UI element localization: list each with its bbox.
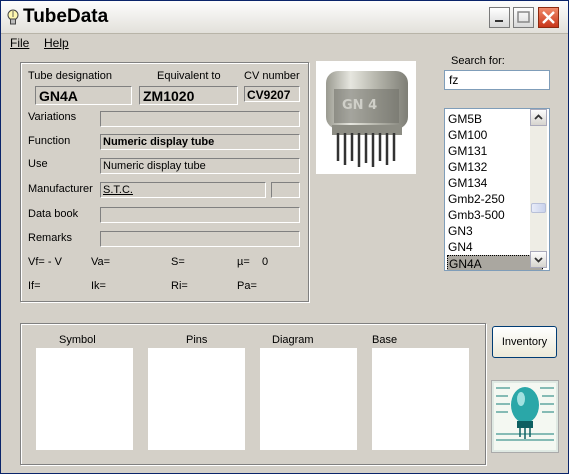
diagram-panel xyxy=(260,348,357,450)
maximize-icon xyxy=(517,11,530,23)
designation-field[interactable]: GN4A xyxy=(35,86,132,105)
designation-label: Tube designation xyxy=(28,70,112,82)
use-field[interactable]: Numeric display tube xyxy=(100,158,300,174)
list-item[interactable]: GN4A xyxy=(447,255,543,270)
symbol-label: Symbol xyxy=(59,334,96,346)
pins-panel xyxy=(148,348,245,450)
cv-label: CV number xyxy=(244,70,300,82)
chevron-down-icon xyxy=(534,257,543,263)
variations-field[interactable] xyxy=(100,111,300,127)
close-icon xyxy=(542,11,555,24)
base-label: Base xyxy=(372,334,398,346)
tube-logo-icon xyxy=(494,383,556,450)
param-ri: Ri= xyxy=(171,280,188,292)
menu-help[interactable]: Help xyxy=(44,36,69,50)
search-label: Search for: xyxy=(451,55,505,67)
manufacturer-extra-field[interactable] xyxy=(271,182,300,198)
tube-photo-image: GN 4 xyxy=(326,71,408,167)
title-bar[interactable]: TubeData xyxy=(1,1,568,34)
remarks-field[interactable] xyxy=(100,231,300,247)
maximize-button[interactable] xyxy=(513,7,534,28)
minimize-button[interactable] xyxy=(489,7,510,28)
databook-field[interactable] xyxy=(100,207,300,223)
equivalent-field[interactable]: ZM1020 xyxy=(139,86,238,105)
equivalent-label: Equivalent to xyxy=(157,70,221,82)
menu-file[interactable]: File xyxy=(10,36,29,50)
param-va: Va= xyxy=(91,256,111,268)
lightbulb-icon xyxy=(7,9,19,25)
tube-photo: GN 4 xyxy=(316,61,416,174)
param-ik: Ik= xyxy=(91,280,106,292)
manufacturer-field[interactable]: S.T.C. xyxy=(100,182,266,198)
app-window: TubeData File Help Tube designation GN4A… xyxy=(0,0,569,474)
manufacturer-label: Manufacturer xyxy=(28,183,93,195)
param-vf: Vf= - V xyxy=(28,256,62,268)
param-s: S= xyxy=(171,256,185,268)
svg-text:GN 4: GN 4 xyxy=(342,98,377,113)
function-field[interactable]: Numeric display tube xyxy=(100,134,300,150)
window-title: TubeData xyxy=(23,6,109,27)
chevron-up-icon xyxy=(534,114,543,120)
param-if: If= xyxy=(28,280,41,292)
symbol-panel xyxy=(36,348,133,450)
scroll-thumb[interactable] xyxy=(531,203,546,213)
close-button[interactable] xyxy=(538,7,559,28)
scroll-up-button[interactable] xyxy=(530,109,547,126)
diagram-label: Diagram xyxy=(272,334,314,346)
use-label: Use xyxy=(28,158,48,170)
param-pa: Pa= xyxy=(237,280,257,292)
tube-list-scrollbar[interactable] xyxy=(530,109,547,268)
variations-label: Variations xyxy=(28,111,77,123)
databook-label: Data book xyxy=(28,208,79,220)
param-mu: µ= 0 xyxy=(237,256,269,268)
inventory-button[interactable]: Inventory xyxy=(492,326,557,358)
base-panel xyxy=(372,348,469,450)
remarks-label: Remarks xyxy=(28,232,73,244)
menu-bar: File Help xyxy=(1,33,568,53)
search-input[interactable]: fz xyxy=(444,70,550,90)
scroll-down-button[interactable] xyxy=(530,251,547,268)
minimize-icon xyxy=(495,20,503,22)
tubedata-logo xyxy=(491,380,559,453)
function-label: Function xyxy=(28,135,71,147)
cv-field[interactable]: CV9207 xyxy=(244,86,300,102)
pins-label: Pins xyxy=(186,334,208,346)
